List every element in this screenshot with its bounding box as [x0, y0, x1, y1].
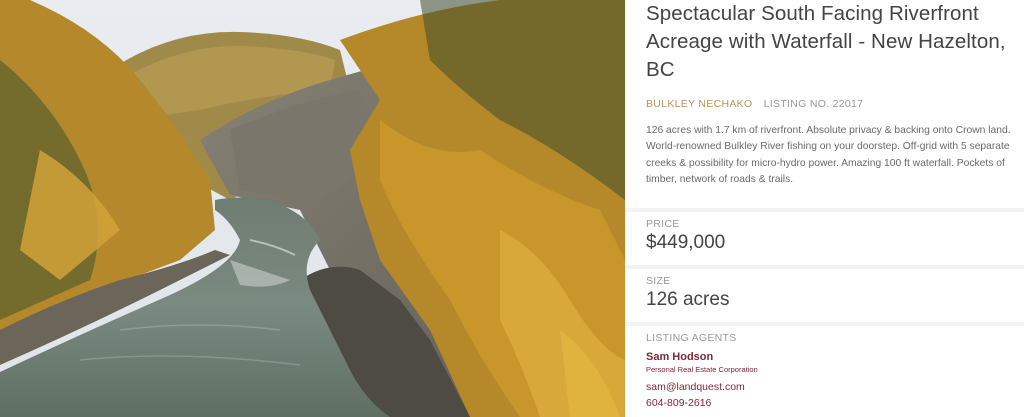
listing-title: Spectacular South Facing Riverfront Acre…	[646, 2, 1006, 81]
price-card: PRICE $449,000	[625, 212, 1024, 265]
size-card: SIZE 126 acres	[625, 269, 1024, 322]
listing-summary-card: Spectacular South Facing Riverfront Acre…	[625, 0, 1024, 208]
region-link[interactable]: BULKLEY NECHAKO	[646, 98, 752, 110]
river-canyon-photo	[0, 0, 625, 417]
listing-agents-card: LISTING AGENTS Sam Hodson Personal Real …	[625, 326, 1024, 417]
agent-company: Personal Real Estate Corporation	[646, 365, 758, 374]
size-label: SIZE	[646, 275, 671, 287]
listing-number: LISTING NO. 22017	[763, 98, 864, 110]
listing-photo[interactable]	[0, 0, 625, 417]
listing-page: Spectacular South Facing Riverfront Acre…	[0, 0, 1024, 417]
agent-email-link[interactable]: sam@landquest.com	[646, 381, 1024, 393]
size-value: 126 acres	[646, 289, 730, 310]
price-label: PRICE	[646, 218, 680, 230]
listing-meta: BULKLEY NECHAKO LISTING NO. 22017	[646, 98, 1024, 110]
listing-agents-label: LISTING AGENTS	[646, 332, 737, 344]
agent-phone-link[interactable]: 604-809-2616	[646, 397, 1024, 409]
price-value: $449,000	[646, 232, 726, 253]
listing-description: 126 acres with 1.7 km of riverfront. Abs…	[646, 125, 1011, 186]
listing-details-panel: Spectacular South Facing Riverfront Acre…	[625, 0, 1024, 417]
agent-name[interactable]: Sam Hodson	[646, 351, 1024, 363]
